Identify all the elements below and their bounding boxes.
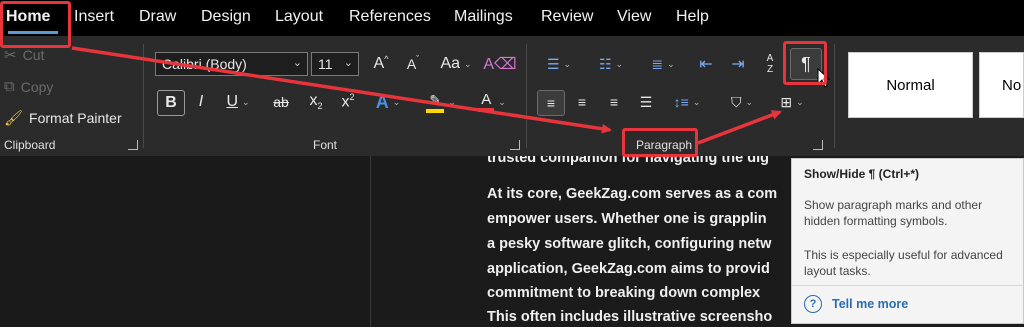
annotation-arrows [71,46,782,145]
arrow-home-to-paragraph [71,46,612,134]
arrow-paragraph-to-pilcrow [697,110,782,145]
